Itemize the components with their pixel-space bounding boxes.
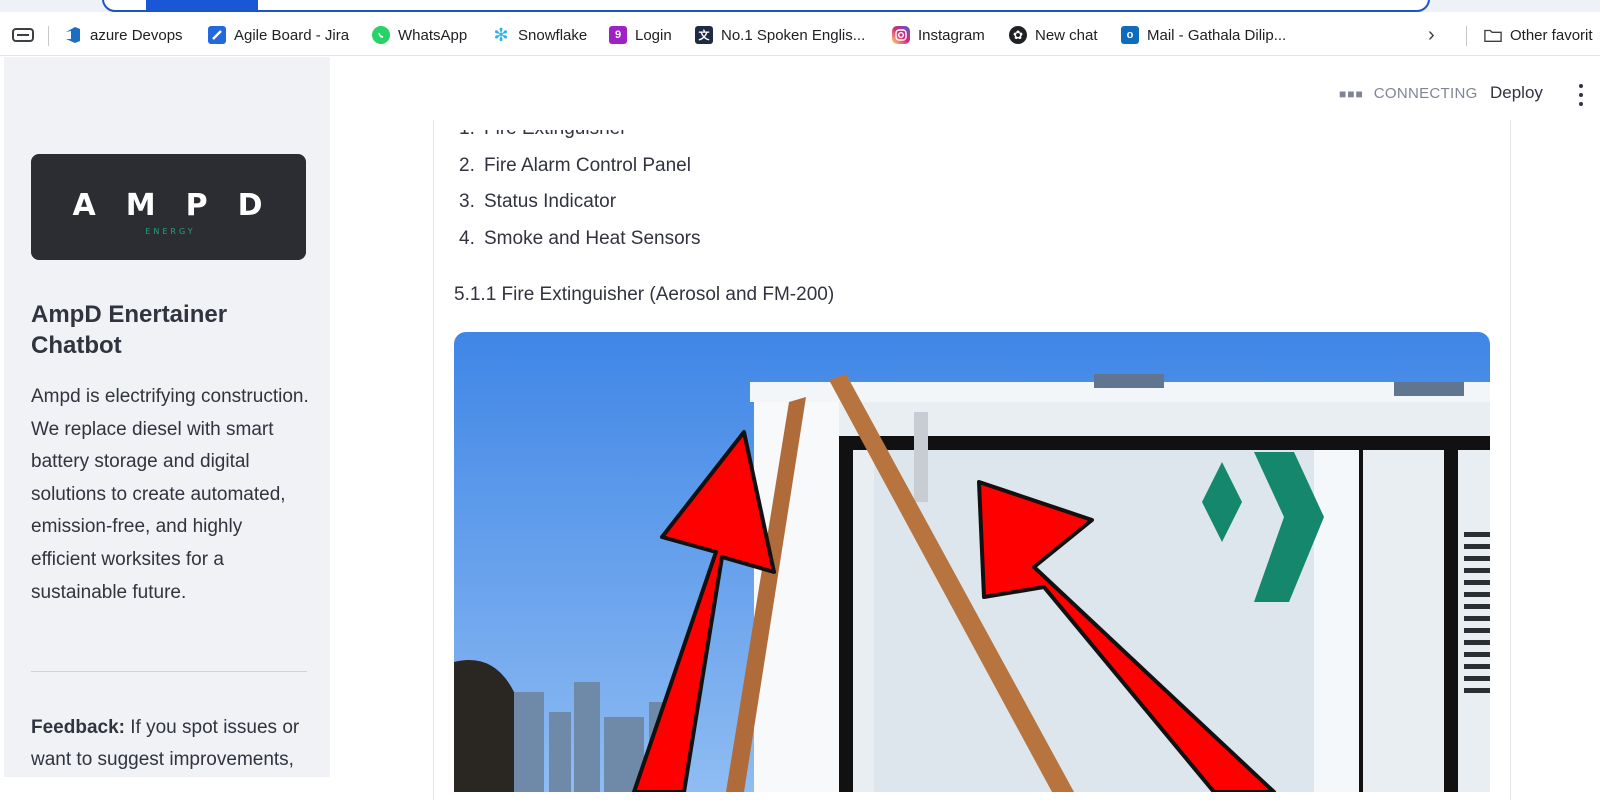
jira-icon bbox=[208, 26, 226, 44]
bookmark-azure-devops[interactable]: azure Devops bbox=[64, 24, 183, 46]
section-heading: 5.1.1 Fire Extinguisher (Aerosol and FM-… bbox=[454, 284, 835, 305]
folder-icon bbox=[1484, 26, 1502, 44]
login-icon: 9 bbox=[609, 26, 627, 44]
tab-search-icon[interactable] bbox=[12, 24, 34, 46]
bookmark-label: New chat bbox=[1035, 26, 1098, 44]
snowflake-icon: ✻ bbox=[493, 24, 509, 45]
fire-extinguisher-photo bbox=[454, 332, 1490, 792]
bookmarks-divider bbox=[1466, 26, 1467, 46]
bookmark-label: Mail - Gathala Dilip... bbox=[1147, 26, 1287, 44]
bookmark-label: azure Devops bbox=[90, 26, 183, 44]
bookmark-whatsapp[interactable]: WhatsApp bbox=[372, 24, 467, 46]
bookmark-new-chat[interactable]: ✿ New chat bbox=[1009, 24, 1098, 46]
logo-letters: AMPD bbox=[72, 188, 293, 223]
header-scroll-mask bbox=[434, 108, 1510, 130]
list-item: 4. Smoke and Heat Sensors bbox=[459, 228, 701, 250]
status-text: CONNECTING bbox=[1373, 85, 1478, 102]
address-selection bbox=[146, 0, 258, 10]
bookmark-jira[interactable]: Agile Board - Jira bbox=[208, 24, 349, 46]
deploy-button[interactable]: Deploy bbox=[1490, 83, 1543, 103]
sidebar-feedback: Feedback: If you spot issues or want to … bbox=[31, 712, 311, 776]
bookmarks-divider bbox=[48, 26, 49, 46]
bookmark-label: Snowflake bbox=[518, 26, 588, 44]
list-item-number: 2. bbox=[459, 155, 475, 176]
bookmark-other-favorites[interactable]: Other favorit bbox=[1484, 24, 1593, 46]
sidebar-description: Ampd is electrifying construction. We re… bbox=[31, 386, 309, 603]
list-item: 2. Fire Alarm Control Panel bbox=[459, 155, 691, 177]
list-item-number: 4. bbox=[459, 228, 475, 249]
bookmark-label: No.1 Spoken Englis... bbox=[721, 26, 866, 44]
list-item: 3. Status Indicator bbox=[459, 191, 616, 213]
main-menu-icon[interactable] bbox=[1576, 84, 1586, 106]
status-dots-icon: ■■■ bbox=[1339, 86, 1364, 101]
whatsapp-icon bbox=[372, 26, 390, 44]
ampd-logo: AMPD ENERGY bbox=[31, 154, 306, 260]
address-bar[interactable] bbox=[102, 0, 1430, 12]
sidebar-divider bbox=[31, 671, 307, 672]
instagram-icon bbox=[892, 26, 910, 44]
bookmark-spoken-english[interactable]: 文 No.1 Spoken Englis... bbox=[695, 24, 865, 46]
outlook-icon: o bbox=[1121, 26, 1139, 44]
list-item-number: 3. bbox=[459, 191, 475, 212]
connection-status: ■■■ CONNECTING bbox=[1339, 85, 1478, 102]
translate-icon: 文 bbox=[695, 26, 713, 44]
bookmark-mail[interactable]: o Mail - Gathala Dilip... bbox=[1121, 24, 1286, 46]
bookmark-instagram[interactable]: Instagram bbox=[892, 24, 985, 46]
bookmark-label: Login bbox=[635, 26, 672, 44]
list-item-text: Smoke and Heat Sensors bbox=[484, 228, 701, 249]
bookmark-label: WhatsApp bbox=[398, 26, 468, 44]
bookmark-snowflake[interactable]: ✻ Snowflake bbox=[492, 24, 587, 46]
chevron-right-icon[interactable]: › bbox=[1428, 24, 1435, 46]
bookmark-login[interactable]: 9 Login bbox=[609, 24, 672, 46]
list-item-text: Fire Alarm Control Panel bbox=[484, 155, 691, 176]
bookmark-label: Instagram bbox=[918, 26, 985, 44]
list-item-text: Status Indicator bbox=[484, 191, 617, 212]
bookmark-label: Other favorit bbox=[1510, 26, 1593, 44]
bookmarks-bar: azure Devops Agile Board - Jira WhatsApp… bbox=[0, 12, 1600, 56]
sidebar-title: AmpD Enertainer Chatbot bbox=[31, 301, 228, 359]
bookmark-label: Agile Board - Jira bbox=[234, 26, 350, 44]
azure-devops-icon bbox=[64, 26, 82, 44]
logo-subtitle: ENERGY bbox=[145, 227, 196, 236]
feedback-label: Feedback: bbox=[31, 717, 125, 738]
chatgpt-icon: ✿ bbox=[1009, 26, 1027, 44]
